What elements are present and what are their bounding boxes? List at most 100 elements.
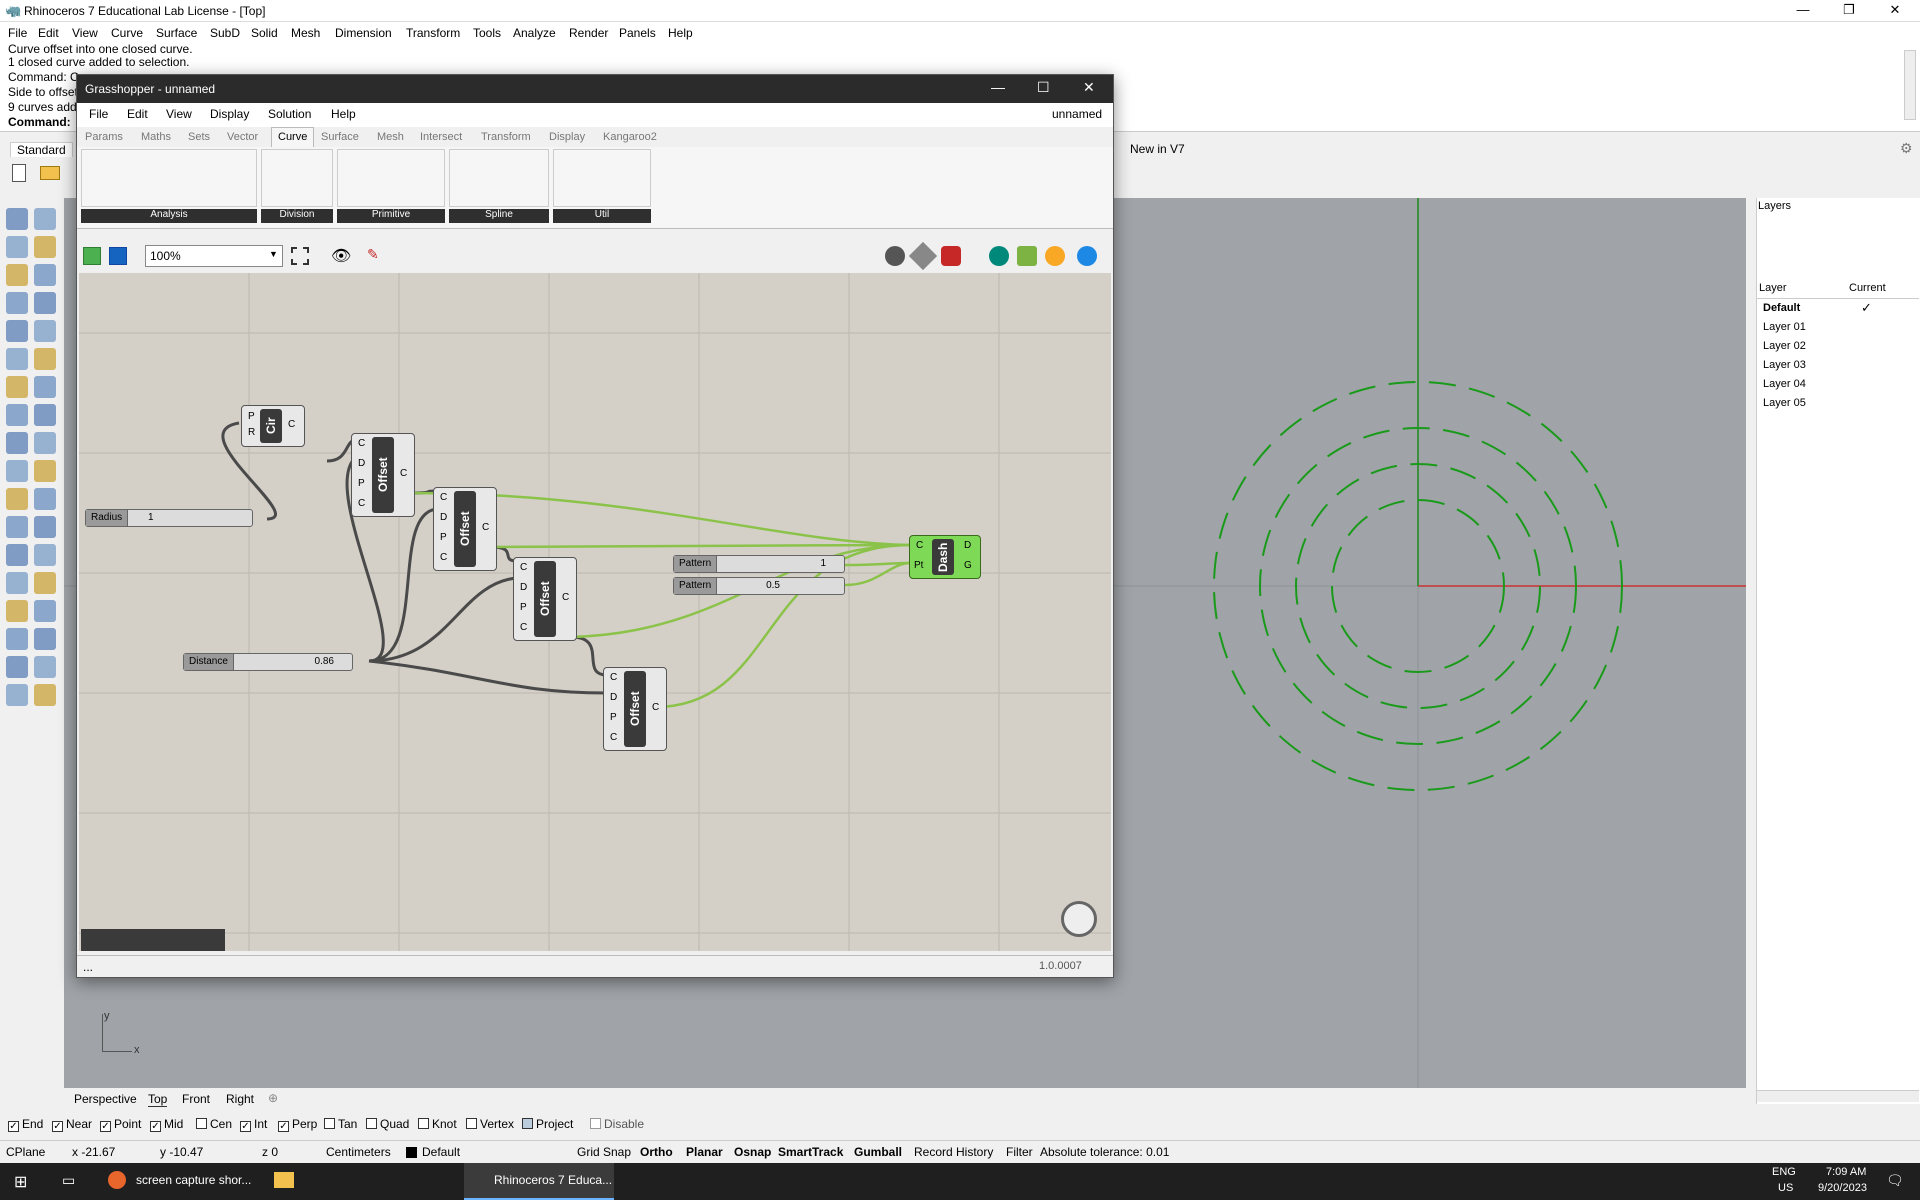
new-file-icon[interactable] <box>12 164 26 182</box>
tool-icon[interactable] <box>6 628 28 650</box>
gh-tab-display[interactable]: Display <box>549 131 585 143</box>
tool-icon[interactable] <box>34 600 56 622</box>
layer-row[interactable]: Layer 03 <box>1763 359 1806 371</box>
gh-tab-transform[interactable]: Transform <box>481 131 531 143</box>
input-port-c[interactable]: C <box>520 622 527 633</box>
gh-doc-name[interactable]: unnamed <box>1052 107 1102 121</box>
menu-tools[interactable]: Tools <box>473 26 501 40</box>
tool-icon[interactable] <box>34 376 56 398</box>
checkbox-icon[interactable]: ✓ <box>278 1121 289 1132</box>
checkbox-icon[interactable]: ✓ <box>8 1121 19 1132</box>
tool-icon[interactable] <box>34 656 56 678</box>
wire-offset2-dash[interactable] <box>490 543 912 549</box>
layer-row[interactable]: Default <box>1763 302 1800 314</box>
tool-icon[interactable] <box>6 208 28 230</box>
menu-edit[interactable]: Edit <box>38 26 59 40</box>
gh-close-icon[interactable]: ✕ <box>1083 79 1095 96</box>
input-port-c[interactable]: C <box>440 552 447 563</box>
chevron-down-icon[interactable]: ▼ <box>269 249 278 259</box>
checkbox-icon[interactable] <box>366 1118 377 1129</box>
layer-row[interactable]: Layer 05 <box>1763 397 1806 409</box>
restore-icon[interactable]: ❐ <box>1826 0 1872 22</box>
input-port-p[interactable]: P <box>358 478 365 489</box>
menu-curve[interactable]: Curve <box>111 26 143 40</box>
language-indicator[interactable]: ENG <box>1772 1166 1796 1178</box>
tool-icon[interactable] <box>6 264 28 286</box>
grid-snap-toggle[interactable]: Grid Snap <box>577 1145 631 1159</box>
tool-icon[interactable] <box>6 348 28 370</box>
preview-wireframe-icon[interactable] <box>908 241 938 271</box>
preview-selected-icon[interactable] <box>989 246 1009 266</box>
wire-distance-offset2[interactable] <box>368 507 438 663</box>
taskbar-app-firefox[interactable]: screen capture shor... <box>136 1173 251 1187</box>
gh-tab-maths[interactable]: Maths <box>141 131 171 143</box>
tab-new-in-v7[interactable]: New in V7 <box>1130 142 1185 156</box>
tool-icon[interactable] <box>6 684 28 706</box>
tab-perspective[interactable]: Perspective <box>74 1092 137 1106</box>
menu-panels[interactable]: Panels <box>619 26 656 40</box>
checkbox-icon[interactable] <box>590 1118 601 1129</box>
material-icon[interactable] <box>1045 246 1065 266</box>
input-port-c[interactable]: C <box>520 562 527 573</box>
command-prompt[interactable]: Command: <box>8 115 71 129</box>
checkbox-icon[interactable]: ✓ <box>240 1121 251 1132</box>
tool-icon[interactable] <box>6 600 28 622</box>
osnap-point[interactable]: ✓ Point <box>100 1117 141 1132</box>
layers-scrollbar[interactable] <box>1757 1090 1919 1102</box>
pattern-slider[interactable]: Pattern 0.5 <box>673 577 845 595</box>
gh-tab-params[interactable]: Params <box>85 131 123 143</box>
ribbon-group-division[interactable]: Division <box>261 209 333 223</box>
tool-icon[interactable] <box>6 572 28 594</box>
preview-eye-icon[interactable]: 👁 <box>331 246 351 266</box>
osnap-perp[interactable]: ✓ Perp <box>278 1117 317 1132</box>
osnap-cen[interactable]: Cen <box>196 1117 232 1131</box>
osnap-project[interactable]: Project <box>522 1117 573 1131</box>
layer-column-header[interactable]: Layer <box>1759 282 1787 294</box>
cplane-label[interactable]: CPlane <box>6 1145 45 1159</box>
osnap-vertex[interactable]: Vertex <box>466 1117 514 1131</box>
tool-icon[interactable] <box>34 264 56 286</box>
offset-component[interactable]: C D P C Offset C <box>603 667 667 751</box>
input-port-p[interactable]: P <box>610 712 617 723</box>
tool-icon[interactable] <box>6 376 28 398</box>
osnap-end[interactable]: ✓ End <box>8 1117 43 1132</box>
menu-file[interactable]: File <box>8 26 27 40</box>
input-port-c[interactable]: C <box>610 732 617 743</box>
layer-row[interactable]: Layer 02 <box>1763 340 1806 352</box>
gh-tab-curve[interactable]: Curve <box>271 127 315 147</box>
tool-icon[interactable] <box>6 432 28 454</box>
gh-menu-file[interactable]: File <box>89 107 108 121</box>
menu-dimension[interactable]: Dimension <box>335 26 392 40</box>
ribbon-group-analysis[interactable]: Analysis <box>81 209 257 223</box>
record-history-toggle[interactable]: Record History <box>914 1145 993 1159</box>
display-mode-icon[interactable] <box>1077 246 1097 266</box>
input-port-c[interactable]: C <box>358 498 365 509</box>
tab-right[interactable]: Right <box>226 1092 254 1106</box>
tool-icon[interactable] <box>34 348 56 370</box>
input-port-c[interactable]: C <box>610 672 617 683</box>
checkbox-icon[interactable] <box>418 1118 429 1129</box>
ribbon-group-primitive[interactable]: Primitive <box>337 209 445 223</box>
tab-front[interactable]: Front <box>182 1092 210 1106</box>
smarttrack-toggle[interactable]: SmartTrack <box>778 1145 843 1159</box>
tool-icon[interactable] <box>34 684 56 706</box>
gh-tab-surface[interactable]: Surface <box>321 131 359 143</box>
wire-pattern2-dash[interactable] <box>844 561 912 587</box>
ribbon-group-division-icons[interactable] <box>261 149 333 207</box>
gh-canvas[interactable]: P R Cir C C D P C Offset C C D P C Offse… <box>79 273 1111 951</box>
tool-icon[interactable] <box>6 292 28 314</box>
gh-menu-view[interactable]: View <box>166 107 192 121</box>
tool-icon[interactable] <box>6 488 28 510</box>
ribbon-group-primitive-icons[interactable] <box>337 149 445 207</box>
pattern-slider[interactable]: Pattern 1 <box>673 555 845 573</box>
planar-toggle[interactable]: Planar <box>686 1145 723 1159</box>
current-column-header[interactable]: Current <box>1849 282 1886 294</box>
tab-top[interactable]: Top <box>148 1092 168 1107</box>
canvas-navigator-icon[interactable] <box>1061 901 1097 937</box>
offset-component[interactable]: C D P C Offset C <box>351 433 415 517</box>
gh-menu-solution[interactable]: Solution <box>268 107 311 121</box>
tool-icon[interactable] <box>6 404 28 426</box>
taskbar-app-rhino[interactable]: Rhinoceros 7 Educa... <box>464 1163 614 1200</box>
tool-icon[interactable] <box>6 236 28 258</box>
input-port-p[interactable]: P <box>520 602 527 613</box>
